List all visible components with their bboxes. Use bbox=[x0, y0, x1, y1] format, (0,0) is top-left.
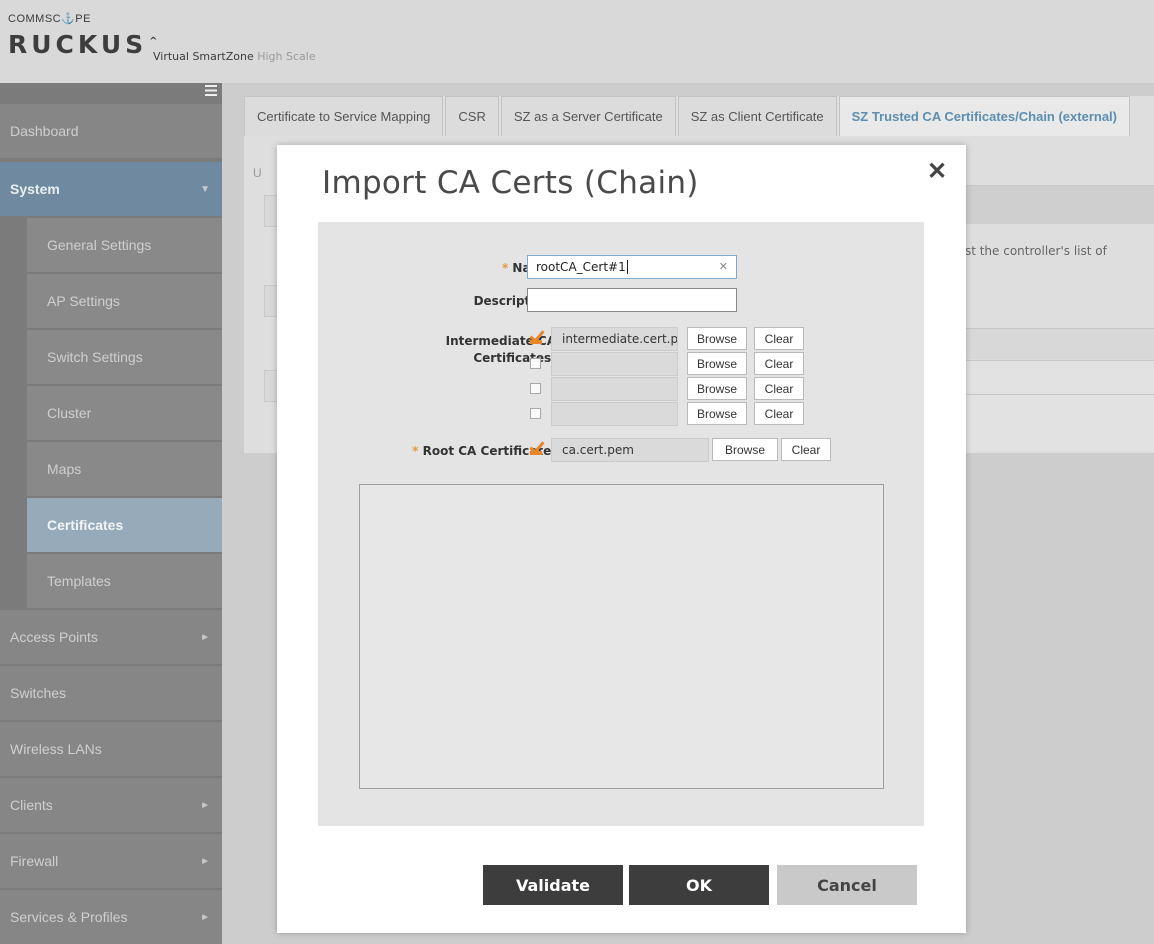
description-input[interactable] bbox=[527, 288, 737, 312]
sidebar-item-label: Dashboard bbox=[10, 123, 79, 139]
background-table-row bbox=[966, 360, 1154, 395]
sidebar-item-label: Cluster bbox=[47, 405, 92, 421]
name-input-value: rootCA_Cert#1 bbox=[536, 260, 626, 274]
tab-csr[interactable]: CSR bbox=[445, 96, 499, 136]
intermediate-cert-checkbox-1[interactable] bbox=[530, 332, 542, 344]
sidebar-item-label: Templates bbox=[47, 573, 111, 589]
cancel-button[interactable]: Cancel bbox=[777, 865, 917, 905]
root-browse-button[interactable]: Browse bbox=[712, 438, 778, 461]
name-input[interactable]: rootCA_Cert#1 ✕ bbox=[527, 255, 737, 279]
sidebar-item-label: Certificates bbox=[47, 517, 124, 533]
sidebar-item-maps[interactable]: Maps bbox=[27, 442, 222, 496]
background-table-header bbox=[966, 185, 1154, 224]
background-table-row bbox=[966, 394, 1154, 451]
sidebar-item-general-settings[interactable]: General Settings bbox=[27, 218, 222, 272]
top-header: COMMSC⚓PE RUCKUS ^ Virtual SmartZone High… bbox=[0, 0, 1154, 83]
sidebar-item-ap-settings[interactable]: AP Settings bbox=[27, 274, 222, 328]
background-partial-text: U bbox=[253, 166, 262, 180]
sidebar-item-clients[interactable]: Clients ► bbox=[0, 778, 222, 832]
clear-button-3[interactable]: Clear bbox=[754, 377, 804, 400]
required-asterisk: * bbox=[412, 444, 419, 458]
browse-button-1[interactable]: Browse bbox=[687, 327, 747, 350]
chevron-down-icon: ▼ bbox=[200, 183, 210, 195]
sidebar-item-dashboard[interactable]: Dashboard bbox=[0, 104, 222, 158]
sidebar-item-label: Maps bbox=[47, 461, 82, 477]
sidebar-item-label: General Settings bbox=[47, 237, 152, 253]
text-cursor bbox=[626, 260, 628, 274]
tab-sz-server-certificate[interactable]: SZ as a Server Certificate bbox=[500, 96, 676, 136]
product-name: Virtual SmartZone High Scale bbox=[153, 50, 316, 63]
close-icon[interactable]: ✕ bbox=[927, 157, 947, 186]
intermediate-ca-label-line2: Certificates: bbox=[473, 351, 556, 365]
product-name-main: Virtual SmartZone bbox=[153, 50, 254, 63]
certificate-tabs: Certificate to Service Mapping CSR SZ as… bbox=[244, 96, 1132, 136]
intermediate-cert-file-1: intermediate.cert.pem bbox=[551, 327, 678, 351]
root-ca-file: ca.cert.pem bbox=[551, 438, 709, 462]
sidebar-item-certificates[interactable]: Certificates bbox=[27, 498, 222, 552]
sidebar-item-label: Access Points bbox=[10, 629, 98, 645]
sidebar-item-switch-settings[interactable]: Switch Settings bbox=[27, 330, 222, 384]
intermediate-cert-checkbox-2[interactable] bbox=[530, 358, 541, 369]
ruckus-logo-text: RUCKUS bbox=[8, 30, 148, 59]
ok-button[interactable]: OK bbox=[629, 865, 769, 905]
sidebar-item-label: System bbox=[10, 181, 60, 197]
sidebar-item-label: Clients bbox=[10, 797, 53, 813]
sidebar-item-cluster[interactable]: Cluster bbox=[27, 386, 222, 440]
sidebar-item-label: AP Settings bbox=[47, 293, 120, 309]
validate-button[interactable]: Validate bbox=[483, 865, 623, 905]
sidebar-item-switches[interactable]: Switches bbox=[0, 666, 222, 720]
import-ca-certs-dialog: Import CA Certs (Chain) ✕ * Name: rootCA… bbox=[277, 145, 966, 933]
chevron-right-icon: ► bbox=[200, 799, 210, 811]
sidebar-item-templates[interactable]: Templates bbox=[27, 554, 222, 608]
clear-button-4[interactable]: Clear bbox=[754, 402, 804, 425]
sidebar-item-label: Switch Settings bbox=[47, 349, 143, 365]
background-row bbox=[264, 370, 278, 402]
tab-sz-trusted-ca[interactable]: SZ Trusted CA Certificates/Chain (extern… bbox=[838, 96, 1130, 136]
background-row bbox=[264, 285, 278, 317]
ruckus-logo-mark: ^ bbox=[149, 35, 158, 47]
commscope-logo: COMMSC⚓PE bbox=[8, 13, 91, 25]
required-asterisk: * bbox=[501, 261, 509, 275]
browse-button-4[interactable]: Browse bbox=[687, 402, 747, 425]
sidebar-item-label: Firewall bbox=[10, 853, 59, 869]
certificate-content-area[interactable] bbox=[359, 484, 884, 789]
intermediate-cert-file-4 bbox=[551, 402, 678, 426]
sidebar-item-access-points[interactable]: Access Points ► bbox=[0, 610, 222, 664]
sidebar-item-wireless-lans[interactable]: Wireless LANs bbox=[0, 722, 222, 776]
tab-certificate-service-mapping[interactable]: Certificate to Service Mapping bbox=[244, 96, 444, 136]
background-row bbox=[264, 195, 278, 227]
root-ca-checkbox[interactable] bbox=[530, 443, 542, 455]
clear-button-1[interactable]: Clear bbox=[754, 327, 804, 350]
sidebar-item-services-profiles[interactable]: Services & Profiles ► bbox=[0, 890, 222, 944]
sidebar-item-firewall[interactable]: Firewall ► bbox=[0, 834, 222, 888]
chevron-right-icon: ► bbox=[200, 911, 210, 923]
background-description: inst the controller's list of bbox=[954, 244, 1107, 258]
sidebar-item-label: Switches bbox=[10, 685, 67, 701]
chevron-right-icon: ► bbox=[200, 631, 210, 643]
root-clear-button[interactable]: Clear bbox=[781, 438, 831, 461]
intermediate-cert-file-2 bbox=[551, 352, 678, 376]
sidebar-item-system[interactable]: System ▼ bbox=[0, 162, 222, 216]
intermediate-cert-file-3 bbox=[551, 377, 678, 401]
sidebar-item-label: Services & Profiles bbox=[10, 909, 128, 925]
clear-input-icon[interactable]: ✕ bbox=[719, 260, 728, 273]
intermediate-cert-checkbox-4[interactable] bbox=[530, 408, 541, 419]
dialog-title: Import CA Certs (Chain) bbox=[322, 165, 699, 201]
chevron-right-icon: ► bbox=[200, 855, 210, 867]
intermediate-cert-checkbox-3[interactable] bbox=[530, 383, 541, 394]
browse-button-2[interactable]: Browse bbox=[687, 352, 747, 375]
root-ca-label: * Root CA Certificate: bbox=[348, 444, 556, 458]
background-table-row bbox=[966, 328, 1154, 359]
sidebar-item-label: Wireless LANs bbox=[10, 741, 102, 757]
product-name-suffix: High Scale bbox=[257, 50, 316, 63]
tab-sz-client-certificate[interactable]: SZ as Client Certificate bbox=[677, 96, 837, 136]
hamburger-icon[interactable] bbox=[205, 85, 217, 98]
clear-button-2[interactable]: Clear bbox=[754, 352, 804, 375]
browse-button-3[interactable]: Browse bbox=[687, 377, 747, 400]
ruckus-logo: RUCKUS ^ bbox=[8, 30, 158, 59]
